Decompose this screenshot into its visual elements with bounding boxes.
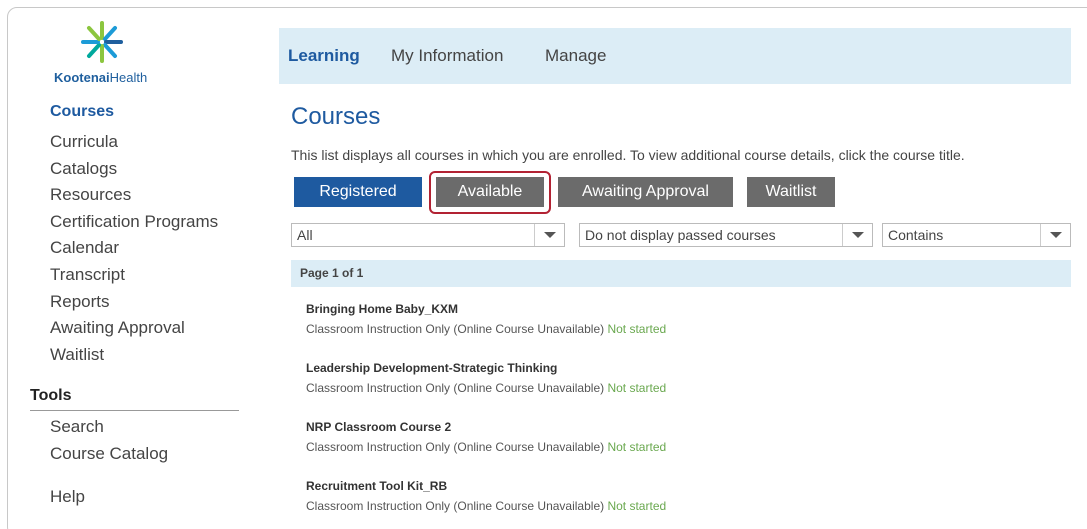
sidebar-item-reports[interactable]: Reports xyxy=(50,289,218,316)
passed-filter-select[interactable]: Do not display passed courses xyxy=(579,223,873,247)
course-meta: Classroom Instruction Only (Online Cours… xyxy=(306,322,667,336)
sidebar-item-curricula[interactable]: Curricula xyxy=(50,129,218,156)
match-mode-select[interactable]: Contains xyxy=(882,223,1071,247)
course-status: Not started xyxy=(607,440,667,454)
course-title-link[interactable]: Recruitment Tool Kit_RB xyxy=(306,479,666,493)
chevron-down-icon[interactable] xyxy=(842,224,872,246)
tab-registered[interactable]: Registered xyxy=(294,177,422,207)
starburst-logo-icon xyxy=(81,21,123,63)
tools-heading: Tools xyxy=(30,387,239,411)
tab-awaiting-approval[interactable]: Awaiting Approval xyxy=(558,177,733,207)
sidebar-item-waitlist[interactable]: Waitlist xyxy=(50,342,218,369)
pagination-label: Page 1 of 1 xyxy=(291,260,1071,287)
sidebar-heading-courses[interactable]: Courses xyxy=(50,103,114,121)
logo-wordmark: KootenaiHealth xyxy=(54,70,148,85)
top-navigation: Learning My Information Manage xyxy=(279,28,1071,84)
chevron-down-icon[interactable] xyxy=(1040,224,1070,246)
course-title-link[interactable]: Bringing Home Baby_KXM xyxy=(306,302,666,316)
course-meta: Classroom Instruction Only (Online Cours… xyxy=(306,499,667,513)
help-link[interactable]: Help xyxy=(50,487,85,507)
tab-learning[interactable]: Learning xyxy=(288,46,360,66)
chevron-down-icon[interactable] xyxy=(534,224,564,246)
sidebar-item-certification-programs[interactable]: Certification Programs xyxy=(50,209,218,236)
list-item: Recruitment Tool Kit_RB Classroom Instru… xyxy=(306,479,666,513)
course-title-link[interactable]: Leadership Development-Strategic Thinkin… xyxy=(306,361,666,375)
list-item: NRP Classroom Course 2 Classroom Instruc… xyxy=(306,420,666,454)
course-meta: Classroom Instruction Only (Online Cours… xyxy=(306,381,667,395)
sidebar-item-awaiting-approval[interactable]: Awaiting Approval xyxy=(50,315,218,342)
tools-item-course-catalog[interactable]: Course Catalog xyxy=(50,441,168,468)
page-description: This list displays all courses in which … xyxy=(291,147,965,163)
match-mode-value: Contains xyxy=(888,227,944,243)
tab-waitlist[interactable]: Waitlist xyxy=(747,177,835,207)
list-item: Leadership Development-Strategic Thinkin… xyxy=(306,361,666,395)
tools-item-search[interactable]: Search xyxy=(50,414,168,441)
page-title: Courses xyxy=(291,103,381,130)
tools-nav: Search Course Catalog xyxy=(50,414,168,468)
course-status: Not started xyxy=(607,322,667,336)
passed-filter-value: Do not display passed courses xyxy=(585,227,776,243)
sidebar-item-calendar[interactable]: Calendar xyxy=(50,235,218,262)
sidebar-nav: Curricula Catalogs Resources Certificati… xyxy=(50,129,218,368)
sidebar-item-resources[interactable]: Resources xyxy=(50,182,218,209)
course-type-select[interactable]: All xyxy=(291,223,565,247)
course-status: Not started xyxy=(607,381,667,395)
course-status: Not started xyxy=(607,499,667,513)
kootenai-health-logo[interactable]: KootenaiHealth xyxy=(54,20,174,90)
tab-manage[interactable]: Manage xyxy=(545,46,606,66)
course-meta: Classroom Instruction Only (Online Cours… xyxy=(306,440,667,454)
tab-available[interactable]: Available xyxy=(436,177,544,207)
sidebar-item-catalogs[interactable]: Catalogs xyxy=(50,156,218,183)
sidebar-item-transcript[interactable]: Transcript xyxy=(50,262,218,289)
list-item: Bringing Home Baby_KXM Classroom Instruc… xyxy=(306,302,666,336)
tab-my-information[interactable]: My Information xyxy=(391,46,503,66)
course-title-link[interactable]: NRP Classroom Course 2 xyxy=(306,420,666,434)
course-type-value: All xyxy=(297,227,313,243)
